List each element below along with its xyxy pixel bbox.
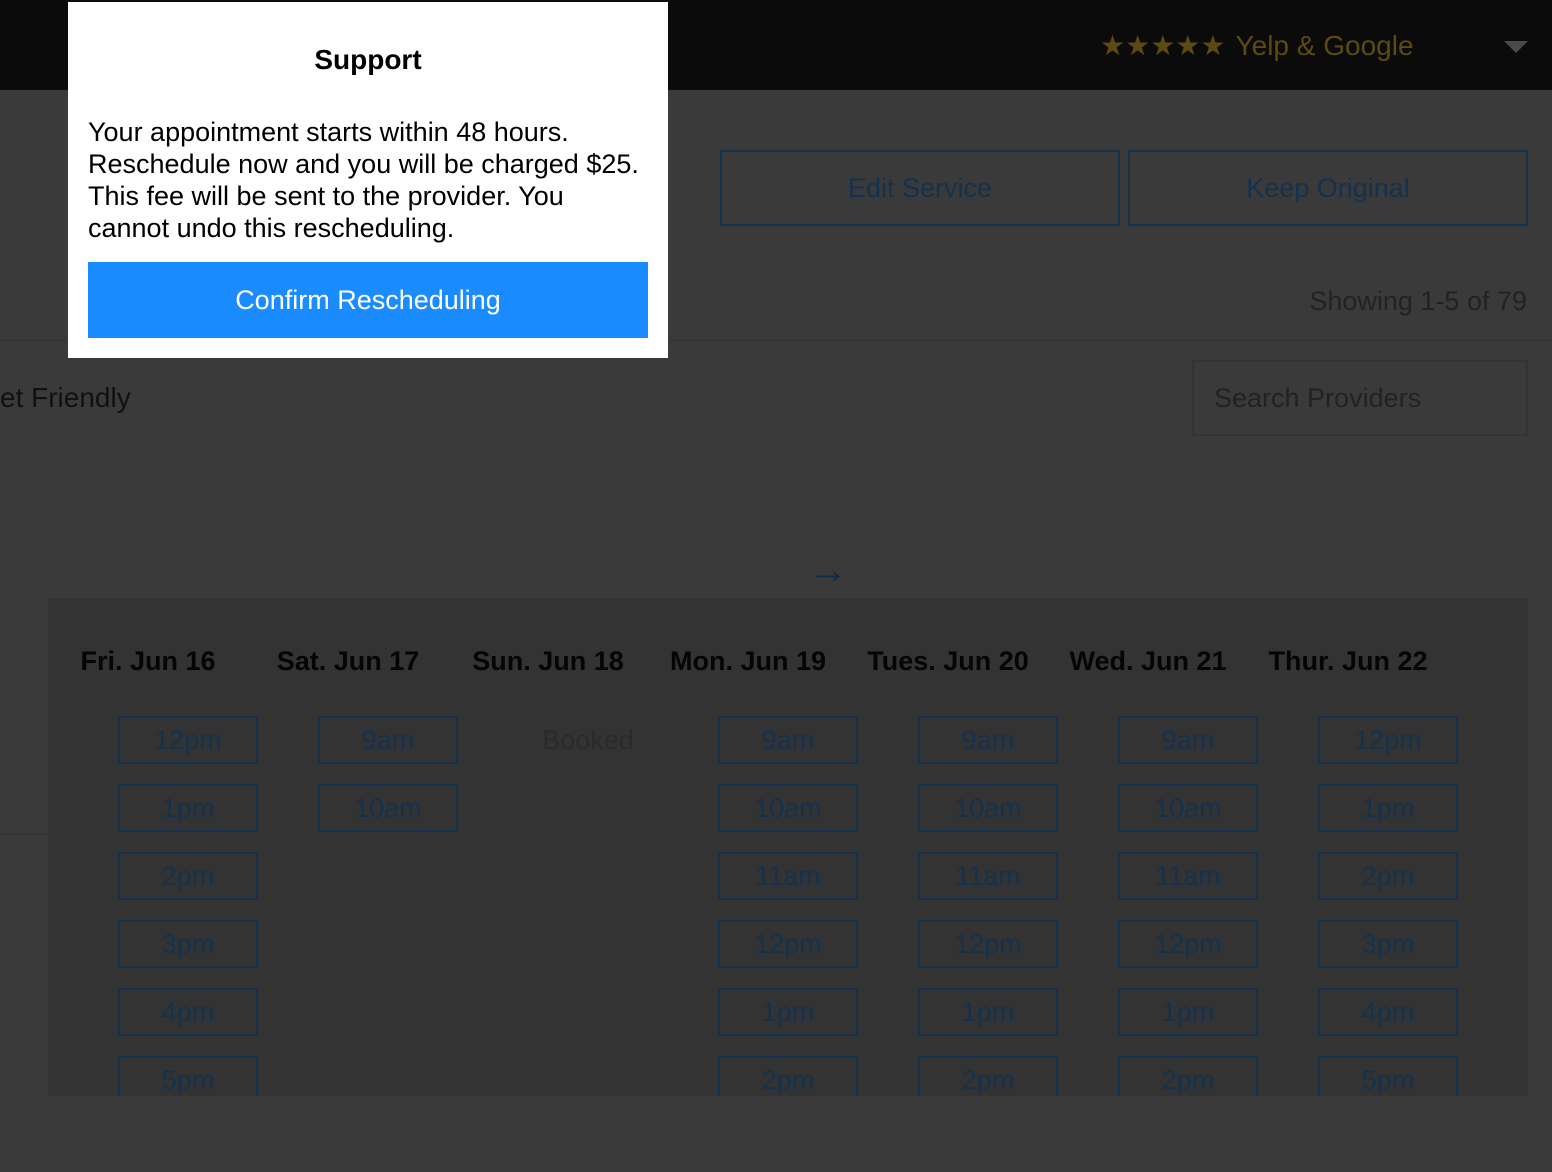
modal-message: Your appointment starts within 48 hours.… — [88, 117, 639, 243]
time-slot-button[interactable]: 12pm — [718, 920, 858, 968]
availability-calendar: Fri. Jun 16 12pm 1pm 2pm 3pm 4pm 5pm Sat… — [48, 598, 1528, 1096]
day-column: Thur. Jun 22 12pm 1pm 2pm 3pm 4pm 5pm — [1248, 598, 1458, 1096]
time-slot-button[interactable]: 10am — [318, 784, 458, 832]
time-slot-button[interactable]: 9am — [1118, 716, 1258, 764]
time-slot-button[interactable]: 3pm — [118, 920, 258, 968]
time-slot-button[interactable]: 2pm — [718, 1056, 858, 1096]
time-slot-button[interactable]: 1pm — [918, 988, 1058, 1036]
filter-label[interactable]: et Friendly — [0, 382, 131, 414]
time-slot-button[interactable]: 11am — [718, 852, 858, 900]
time-slot-button[interactable]: 12pm — [1118, 920, 1258, 968]
divider — [0, 834, 48, 835]
time-slot-button[interactable]: 4pm — [118, 988, 258, 1036]
time-slot-button[interactable]: 1pm — [1318, 784, 1458, 832]
edit-service-button[interactable]: Edit Service — [720, 150, 1120, 226]
booked-status: Booked — [542, 725, 634, 755]
time-slot-button[interactable]: 12pm — [918, 920, 1058, 968]
time-slot-button[interactable]: 4pm — [1318, 988, 1458, 1036]
time-slot-button[interactable]: 11am — [918, 852, 1058, 900]
modal-title: Support — [314, 44, 422, 75]
time-slot-button[interactable]: 2pm — [118, 852, 258, 900]
rating-source-text: Yelp & Google — [1235, 30, 1414, 61]
time-slot-button[interactable]: 2pm — [918, 1056, 1058, 1096]
rating-badge: ★★★★★ Yelp & Google — [1100, 28, 1414, 64]
time-slot-button[interactable]: 1pm — [118, 784, 258, 832]
time-slot-button[interactable]: 9am — [318, 716, 458, 764]
confirm-rescheduling-button[interactable]: Confirm Rescheduling — [88, 262, 648, 338]
support-modal: Support Your appointment starts within 4… — [68, 2, 668, 358]
time-slot-button[interactable]: 10am — [718, 784, 858, 832]
time-slot-button[interactable]: 5pm — [118, 1056, 258, 1096]
time-slot-button[interactable]: 1pm — [718, 988, 858, 1036]
time-slot-button[interactable]: 10am — [918, 784, 1058, 832]
time-slot-button[interactable]: 11am — [1118, 852, 1258, 900]
time-slot-button[interactable]: 2pm — [1318, 852, 1458, 900]
time-slot-button[interactable]: 3pm — [1318, 920, 1458, 968]
results-count: Showing 1-5 of 79 — [1309, 286, 1527, 316]
chevron-down-icon[interactable] — [1504, 41, 1528, 53]
time-slot-button[interactable]: 9am — [718, 716, 858, 764]
time-slot-button[interactable]: 2pm — [1118, 1056, 1258, 1096]
time-slot-button[interactable]: 10am — [1118, 784, 1258, 832]
time-slot-button[interactable]: 12pm — [118, 716, 258, 764]
time-slot-button[interactable]: 5pm — [1318, 1056, 1458, 1096]
search-providers-input[interactable] — [1192, 360, 1528, 436]
time-slot-button[interactable]: 9am — [918, 716, 1058, 764]
day-header: Thur. Jun 22 — [1268, 646, 1428, 676]
time-slot-button[interactable]: 1pm — [1118, 988, 1258, 1036]
time-slot-button[interactable]: 12pm — [1318, 716, 1458, 764]
next-week-arrow-icon[interactable]: → — [808, 548, 848, 592]
star-rating-icon: ★★★★★ — [1100, 30, 1226, 61]
keep-original-button[interactable]: Keep Original — [1128, 150, 1528, 226]
